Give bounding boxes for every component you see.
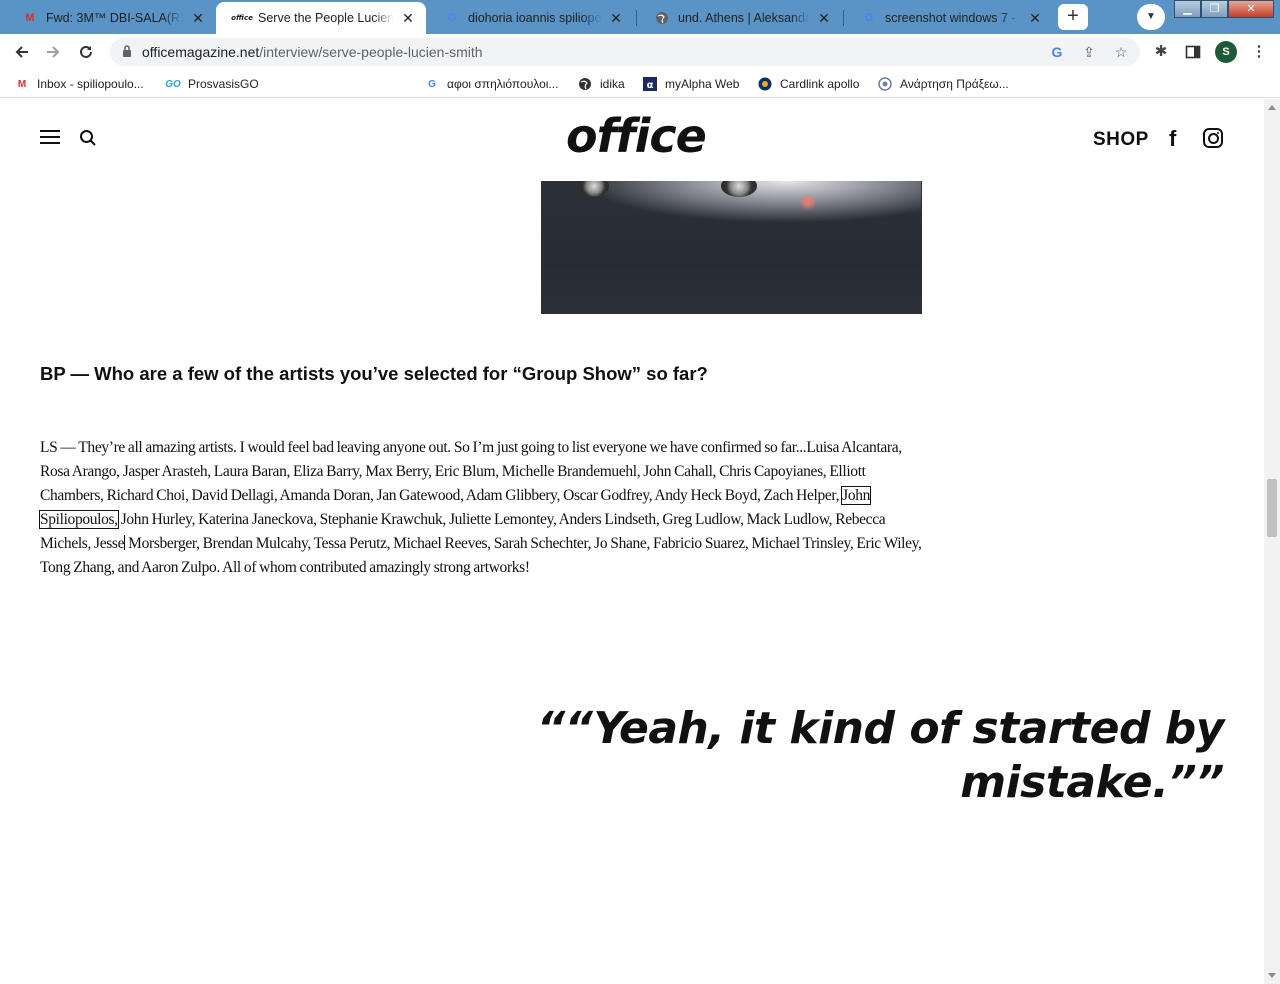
site-header: office SHOP f <box>0 99 1264 181</box>
svg-text:α: α <box>647 80 654 91</box>
bookmark-label: ProsvasisGO <box>188 77 259 91</box>
facebook-icon[interactable]: f <box>1169 126 1176 152</box>
close-tab-icon[interactable]: ✕ <box>816 10 832 26</box>
side-panel-icon[interactable] <box>1183 42 1203 62</box>
interview-question: BP — Who are a few of the artists you’ve… <box>40 363 708 384</box>
browser-toolbar: officemagazine.net/interview/serve-peopl… <box>0 34 1280 70</box>
site-logo[interactable]: office <box>566 109 707 163</box>
tab-title: und. Athens | Aleksandar Todorov <box>678 11 810 25</box>
gmail-icon: M <box>25 12 35 24</box>
bookmarks-bar: M Inbox - spiliopoulo... GO ProsvasisGO … <box>0 70 1280 98</box>
google-icon: G <box>864 12 874 24</box>
alpha-icon: α <box>642 76 658 92</box>
url-path: /interview/serve-people-lucien-smith <box>259 44 483 60</box>
tab-google-search-2[interactable]: G screenshot windows 7 - Google ✕ <box>843 2 1053 34</box>
tab-search-button[interactable]: ▼ <box>1137 4 1165 30</box>
scroll-up-arrow[interactable] <box>1268 105 1276 110</box>
interview-answer: LS — They’re all amazing artists. I woul… <box>38 436 928 580</box>
window-controls: ▁ ❐ ✕ <box>1174 0 1274 18</box>
restore-button[interactable]: ❐ <box>1201 0 1228 18</box>
cardlink-icon <box>757 76 773 92</box>
google-icon: G <box>428 78 436 90</box>
scrollbar-thumb[interactable] <box>1267 479 1277 537</box>
shop-link[interactable]: SHOP <box>1093 129 1149 151</box>
new-tab-button[interactable]: + <box>1058 4 1088 30</box>
kebab-menu-icon[interactable]: ⋮ <box>1249 42 1269 62</box>
pull-quote: ““Yeah, it kind of started by mistake.”” <box>536 703 1225 808</box>
share-icon[interactable]: ⇪ <box>1080 43 1098 61</box>
profile-avatar[interactable]: S <box>1215 41 1237 63</box>
tab-title: screenshot windows 7 - Google <box>885 11 1021 25</box>
tab-strip: M Fwd: 3M™ DBI-SALA(R) Flexi ✕ office Se… <box>0 0 1280 34</box>
answer-text: Morsberger, Brendan Mulcahy, Tessa Perut… <box>40 535 922 576</box>
page-scrollbar[interactable] <box>1264 99 1280 984</box>
hamburger-menu-icon[interactable] <box>40 130 60 144</box>
reload-button[interactable] <box>73 40 99 64</box>
back-button[interactable] <box>9 40 35 64</box>
bookmark-diavgeia[interactable]: Ανάρτηση Πράξεω... <box>877 76 1009 92</box>
close-tab-icon[interactable]: ✕ <box>400 10 416 26</box>
bookmark-label: αφοι σπηλιόπουλοι... <box>447 77 559 91</box>
tab-aleksandar[interactable]: und. Athens | Aleksandar Todorov ✕ <box>636 2 842 34</box>
tab-title: Serve the People Lucien Smith <box>258 11 394 25</box>
tab-office[interactable]: office Serve the People Lucien Smith ✕ <box>216 2 426 34</box>
instagram-icon[interactable] <box>1203 128 1223 148</box>
bookmark-label: idika <box>600 77 625 91</box>
bookmark-label: Cardlink apollo <box>780 77 860 91</box>
diavgeia-icon <box>877 76 893 92</box>
lock-icon <box>123 45 131 57</box>
bookmark-cardlink[interactable]: Cardlink apollo <box>757 76 859 92</box>
google-lens-icon[interactable]: G <box>1048 43 1066 61</box>
article-image <box>541 181 922 314</box>
tab-title: diohoria ioannis spiliopoulos <box>468 11 602 25</box>
bookmark-star-icon[interactable]: ☆ <box>1112 43 1130 61</box>
search-icon[interactable] <box>79 129 97 147</box>
office-icon: office <box>231 14 253 22</box>
tab-google-search-1[interactable]: G diohoria ioannis spiliopoulos ✕ <box>426 2 634 34</box>
bookmark-idika[interactable]: idika <box>577 76 625 92</box>
close-window-button[interactable]: ✕ <box>1228 0 1274 18</box>
bookmark-prosvasisgo[interactable]: GO ProsvasisGO <box>165 76 259 92</box>
url-host: officemagazine.net <box>142 44 260 60</box>
gmail-icon: M <box>17 78 27 90</box>
go-icon: GO <box>165 78 181 90</box>
tab-title: Fwd: 3M™ DBI-SALA(R) Flexi <box>46 11 184 25</box>
globe-icon <box>654 10 670 26</box>
image-flare <box>799 193 817 211</box>
close-tab-icon[interactable]: ✕ <box>1027 10 1043 26</box>
address-bar[interactable]: officemagazine.net/interview/serve-peopl… <box>110 38 1140 66</box>
bookmark-myalpha[interactable]: α myAlpha Web <box>642 76 739 92</box>
tab-gmail[interactable]: M Fwd: 3M™ DBI-SALA(R) Flexi ✕ <box>4 2 216 34</box>
url-text: officemagazine.net/interview/serve-peopl… <box>142 44 483 60</box>
google-icon: G <box>447 12 457 24</box>
bookmark-inbox[interactable]: M Inbox - spiliopoulo... <box>14 76 144 92</box>
web-page: office SHOP f BP — Who are a few of the … <box>0 99 1264 984</box>
bookmark-afoi[interactable]: G αφοι σπηλιόπουλοι... <box>424 76 558 92</box>
close-tab-icon[interactable]: ✕ <box>190 10 206 26</box>
answer-text: LS — They’re all amazing artists. I woul… <box>40 439 902 504</box>
bookmark-label: Ανάρτηση Πράξεω... <box>900 77 1009 91</box>
close-tab-icon[interactable]: ✕ <box>608 10 624 26</box>
scroll-down-arrow[interactable] <box>1268 973 1276 978</box>
forward-button[interactable] <box>40 40 66 64</box>
minimize-button[interactable]: ▁ <box>1174 0 1201 18</box>
bookmark-label: Inbox - spiliopoulo... <box>37 77 144 91</box>
globe-icon <box>577 76 593 92</box>
extensions-icon[interactable]: ✱ <box>1151 42 1171 62</box>
bookmark-label: myAlpha Web <box>665 77 740 91</box>
